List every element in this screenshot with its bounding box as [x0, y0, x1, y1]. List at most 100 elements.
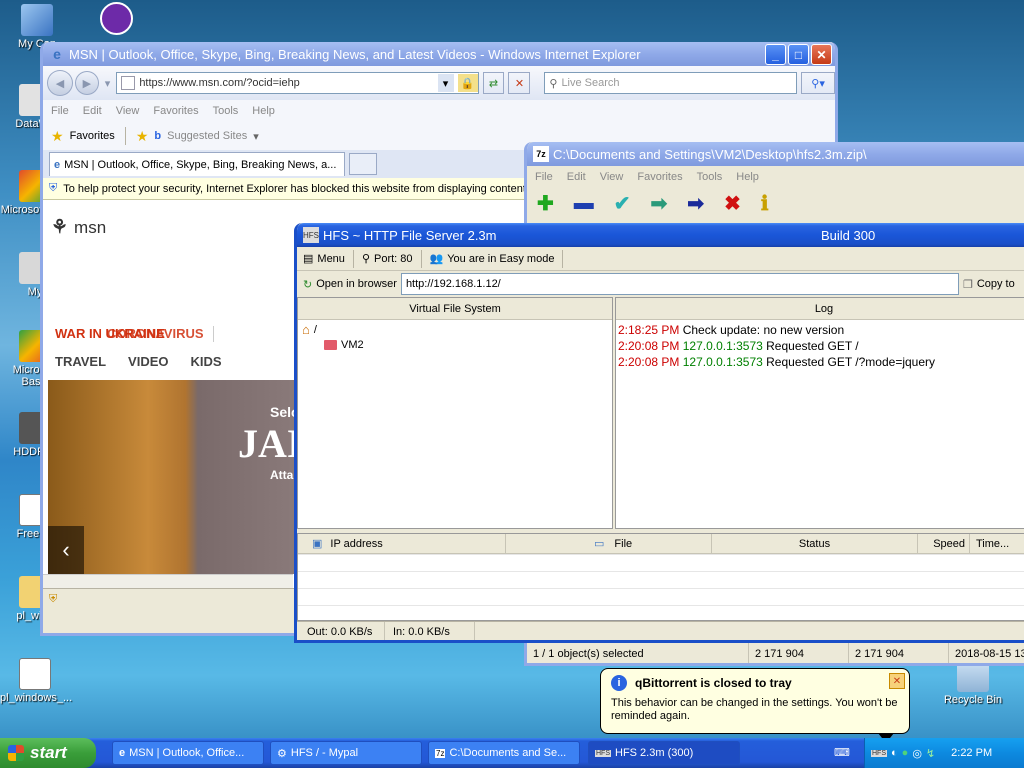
open-browser-icon: ↻ [303, 278, 313, 291]
search-box[interactable]: ⚲ Live Search [544, 72, 798, 94]
menu-edit[interactable]: Edit [567, 171, 586, 183]
test-icon[interactable]: ✔ [614, 191, 631, 216]
col-speed[interactable]: Speed [918, 534, 970, 553]
url-value: http://192.168.1.12/ [405, 278, 501, 290]
close-button[interactable]: ✕ [811, 44, 832, 65]
col-time[interactable]: Time... [970, 534, 1024, 553]
lock-icon[interactable]: 🔒 [457, 74, 478, 92]
extract-icon[interactable]: ▬ [574, 192, 594, 215]
prev-slide-button[interactable]: ‹ [48, 526, 84, 574]
hero-image[interactable]: Selo JAI Atta ‹ [48, 380, 302, 574]
col-status[interactable]: Status [712, 534, 918, 553]
log-lines: 2:18:25 PM Check update: no new version … [616, 320, 1024, 372]
new-tab-button[interactable] [349, 153, 377, 175]
desktop-icon-recycle-bin[interactable]: Recycle Bin [938, 660, 1008, 706]
menu-favorites[interactable]: Favorites [637, 171, 682, 183]
vfs-child-item[interactable]: VM2 [324, 339, 608, 351]
search-icon: ⚲ [549, 77, 558, 90]
ie-icon: e [119, 747, 126, 759]
menu-edit[interactable]: Edit [83, 105, 102, 117]
ie-icon: e [53, 46, 61, 62]
menu-help[interactable]: Help [736, 171, 759, 183]
task-mypal[interactable]: ⚙ HFS / - Mypal [270, 741, 422, 765]
back-icon[interactable]: ◀ [47, 70, 73, 96]
address-bar[interactable]: https://www.msn.com/?ocid=iehp ▾ 🔒 [116, 72, 479, 94]
suggested-sites-button[interactable]: Suggested Sites [167, 130, 247, 142]
zip-title: C:\Documents and Settings\VM2\Desktop\hf… [553, 146, 867, 162]
msn-nav: TRAVEL VIDEO KIDS [55, 354, 222, 369]
menu-file[interactable]: File [51, 105, 69, 117]
copy-to-clipboard-button[interactable]: Copy to [977, 278, 1015, 290]
zip-title-bar[interactable]: 7z C:\Documents and Settings\VM2\Desktop… [527, 142, 1024, 166]
task-7zip[interactable]: 7z C:\Documents and Se... [428, 741, 580, 765]
menu-view[interactable]: View [116, 105, 140, 117]
menu-file[interactable]: File [535, 171, 553, 183]
edge-tray-icon[interactable]: ● [902, 747, 909, 759]
headline[interactable]: WAR IN UKRAINE CORONAVIRUS [55, 326, 204, 341]
menu-tools[interactable]: Tools [697, 171, 723, 183]
connections-header: ▣ IP address ▭ File Status Speed Time... [298, 534, 1024, 554]
chevron-down-icon[interactable]: ▾ [105, 77, 111, 90]
start-button[interactable]: start [0, 738, 96, 768]
menu-view[interactable]: View [600, 171, 624, 183]
info-icon[interactable]: ℹ [761, 191, 769, 216]
executable-icon [19, 658, 51, 690]
zip-status-date: 2018-08-15 13: [955, 647, 1024, 660]
bittorrent-tray-icon[interactable]: ◎ [912, 747, 922, 760]
stop-icon[interactable]: ✕ [508, 72, 531, 94]
hfs-tray-icon[interactable]: HFS [871, 749, 887, 757]
add-icon[interactable]: ✚ [537, 191, 554, 216]
hfs-title-bar[interactable]: HFS HFS ~ HTTP File Server 2.3m Build 30… [297, 223, 1024, 247]
msn-logo[interactable]: ⚘ msn [51, 216, 106, 239]
vfs-root-label: / [313, 323, 317, 336]
nav-kids[interactable]: KIDS [191, 354, 222, 369]
col-file[interactable]: ▭ File [506, 534, 712, 553]
forward-icon[interactable]: ▶ [74, 71, 99, 95]
open-browser-button[interactable]: Open in browser [316, 278, 397, 290]
task-hfs[interactable]: HFS HFS 2.3m (300) [588, 741, 740, 765]
url-field[interactable]: http://192.168.1.12/ [400, 273, 959, 295]
minimize-button[interactable]: _ [765, 44, 786, 65]
favorites-button[interactable]: Favorites [70, 130, 115, 142]
safely-remove-icon[interactable]: ↯ [926, 747, 935, 760]
col-ip-address[interactable]: ▣ IP address [298, 534, 506, 553]
delete-icon[interactable]: ✖ [724, 191, 741, 216]
log-message: Requested GET /?mode=jquery [766, 355, 936, 369]
move-icon[interactable]: ➡ [687, 191, 704, 216]
zip-status-selected: 1 / 1 object(s) selected [527, 643, 749, 663]
network-tray-icon[interactable]: ◐ [891, 747, 898, 759]
menu-tools[interactable]: Tools [213, 105, 239, 117]
menu-help[interactable]: Help [252, 105, 275, 117]
ie-title-bar[interactable]: e MSN | Outlook, Office, Skype, Bing, Br… [43, 42, 835, 66]
vfs-root-item[interactable]: ⌂ / [302, 322, 608, 337]
desktop-icon-pl-windows[interactable]: pl_windows_... [0, 658, 72, 704]
search-button[interactable]: ⚲▾ [801, 72, 835, 94]
connections-rows [298, 554, 1024, 620]
maximize-button[interactable]: □ [788, 44, 809, 65]
port-button[interactable]: Port: 80 [374, 253, 413, 265]
start-label: start [30, 743, 67, 762]
tray-balloon[interactable]: i qBittorrent is closed to tray ✕ This b… [600, 668, 910, 734]
hfs-icon: HFS [595, 749, 611, 757]
task-ie[interactable]: e MSN | Outlook, Office... [112, 741, 264, 765]
nav-travel[interactable]: TRAVEL [55, 354, 106, 369]
bittorrent-icon[interactable] [100, 2, 133, 35]
mode-button[interactable]: You are in Easy mode [447, 253, 554, 265]
menu-favorites[interactable]: Favorites [153, 105, 198, 117]
hfs-icon: ⚙ [277, 747, 287, 760]
search-input[interactable]: Live Search [561, 77, 619, 89]
tab-msn[interactable]: e MSN | Outlook, Office, Skype, Bing, Br… [49, 152, 345, 176]
hfs-menu-button[interactable]: Menu [317, 253, 345, 265]
keyboard-icon[interactable]: ⌨ [834, 746, 850, 759]
nav-video[interactable]: VIDEO [128, 354, 168, 369]
chevron-down-icon[interactable]: ▾ [437, 74, 454, 92]
address-input[interactable]: https://www.msn.com/?ocid=iehp [139, 77, 433, 89]
add-favorite-icon[interactable]: ★ [136, 128, 149, 145]
chevron-down-icon[interactable]: ▾ [253, 130, 259, 143]
copy-icon[interactable]: ➡ [651, 191, 668, 216]
status-shield-icon: ⛨ [49, 593, 58, 605]
refresh-icon[interactable]: ⇄ [482, 72, 505, 94]
balloon-close-button[interactable]: ✕ [889, 673, 905, 689]
balloon-text: This behavior can be changed in the sett… [611, 697, 898, 722]
horizontal-scrollbar[interactable] [43, 574, 293, 588]
